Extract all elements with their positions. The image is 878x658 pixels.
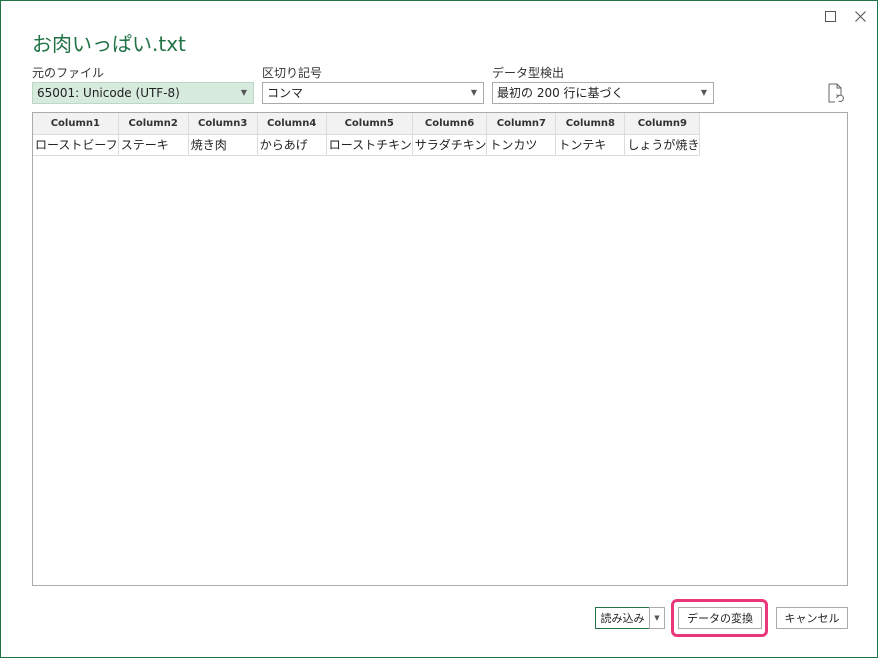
delimiter-value: コンマ [267,86,304,100]
refresh-document-icon[interactable] [827,83,845,103]
column-header[interactable]: Column2 [118,113,189,135]
table-cell: ローストチキン [326,134,413,156]
column-header[interactable]: Column7 [486,113,557,135]
column-header[interactable]: Column1 [33,113,119,135]
file-origin-value: 65001: Unicode (UTF-8) [37,86,180,100]
load-dropdown-chevron-icon[interactable]: ▼ [649,607,665,629]
file-origin-label: 元のファイル [32,66,105,80]
cancel-button[interactable]: キャンセル [776,607,848,629]
refresh-document-glyph [828,83,844,103]
transform-data-button[interactable]: データの変換 [678,607,762,629]
chevron-down-icon: ▼ [700,88,707,97]
column-header[interactable]: Column6 [412,113,488,135]
column-header[interactable]: Column4 [257,113,327,135]
maximize-icon[interactable] [821,7,839,25]
dialog-title: お肉いっぱい.txt [32,32,186,56]
delimiter-select[interactable]: コンマ ▼ [262,82,484,104]
column-header[interactable]: Column3 [188,113,258,135]
load-split-button: 読み込み ▼ [595,607,665,629]
table-cell: トンテキ [555,134,626,156]
table-cell: 焼き肉 [188,134,258,156]
table-cell: ローストビーフ [33,134,119,156]
type-detection-label: データ型検出 [492,66,565,80]
close-icon[interactable] [851,7,869,25]
table-cell: からあげ [257,134,327,156]
column-header[interactable]: Column5 [326,113,413,135]
import-dialog: お肉いっぱい.txt 元のファイル 65001: Unicode (UTF-8)… [0,0,878,658]
column-header[interactable]: Column8 [555,113,626,135]
preview-table: Column1 Column2 Column3 Column4 Column5 … [33,113,701,156]
load-button[interactable]: 読み込み [595,607,650,629]
table-cell: トンカツ [486,134,557,156]
type-detection-value: 最初の 200 行に基づく [497,86,624,100]
data-preview-grid[interactable]: Column1 Column2 Column3 Column4 Column5 … [32,112,848,586]
table-row: ローストビーフ ステーキ 焼き肉 からあげ ローストチキン サラダチキン トンカ… [33,134,701,156]
type-detection-select[interactable]: 最初の 200 行に基づく ▼ [492,82,714,104]
chevron-down-icon: ▼ [240,88,247,97]
chevron-down-icon: ▼ [470,88,477,97]
table-cell: サラダチキン [412,134,488,156]
table-cell: ステーキ [118,134,189,156]
close-x-icon [854,10,866,22]
maximize-square-icon [824,10,836,22]
header-row: Column1 Column2 Column3 Column4 Column5 … [33,113,701,135]
file-origin-select[interactable]: 65001: Unicode (UTF-8) ▼ [32,82,254,104]
column-header[interactable]: Column9 [624,113,701,135]
table-cell: しょうが焼き [624,134,701,156]
delimiter-label: 区切り記号 [262,66,323,80]
